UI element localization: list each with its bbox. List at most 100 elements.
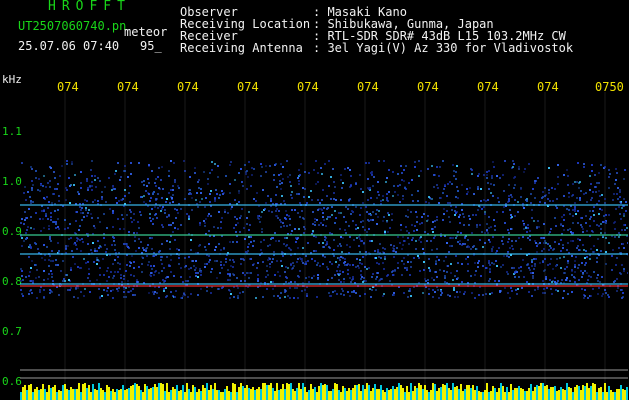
noise-speck [198,187,200,189]
noise-speck [315,236,317,238]
noise-speck [611,255,613,257]
noise-speck [232,259,234,261]
noise-speck [30,289,32,291]
noise-speck [178,249,180,251]
noise-speck [550,228,552,230]
noise-speck [578,249,580,251]
noise-speck [304,289,306,291]
noise-speck [421,216,423,218]
noise-speck [453,289,455,291]
level-bar-segment [232,383,234,400]
noise-speck [294,281,296,283]
noise-speck [127,291,129,293]
noise-speck [139,211,141,213]
noise-speck [151,268,153,270]
noise-speck [560,250,562,252]
noise-speck [486,171,488,173]
noise-speck [250,272,252,274]
noise-speck [340,281,342,283]
noise-speck [150,265,152,267]
noise-speck [203,171,205,173]
y-tick-0-9: 0.9 [2,225,22,238]
noise-speck [273,174,275,176]
noise-speck [382,195,384,197]
noise-speck [586,201,588,203]
noise-speck [165,287,167,289]
level-bar-segment [46,392,48,400]
noise-speck [28,208,30,210]
noise-speck [483,199,485,201]
noise-speck [271,261,273,263]
noise-speck [50,219,52,221]
noise-speck [77,266,79,268]
noise-speck [331,214,333,216]
noise-speck [162,279,164,281]
noise-speck [359,238,361,240]
noise-speck [303,232,305,234]
noise-speck [257,215,259,217]
noise-speck [523,171,525,173]
noise-speck [150,220,152,222]
noise-speck [476,224,478,226]
level-bar-segment [352,388,354,400]
noise-speck [31,260,33,262]
noise-speck [146,247,148,249]
level-bar-segment [578,386,580,400]
noise-speck [120,277,122,279]
noise-speck [510,287,512,289]
noise-speck [66,189,68,191]
signal-level-bar [20,383,628,400]
noise-speck [358,236,360,238]
noise-speck [350,213,352,215]
noise-speck [234,179,236,181]
noise-speck [246,272,248,274]
noise-speck [68,177,70,179]
noise-speck [111,244,113,246]
noise-speck [602,221,604,223]
noise-speck [37,189,39,191]
noise-speck [578,264,580,266]
noise-speck [27,191,29,193]
noise-speck [130,262,132,264]
noise-speck [465,258,467,260]
noise-speck [388,214,390,216]
noise-speck [351,291,353,293]
noise-speck [51,273,53,275]
noise-speck [99,274,101,276]
noise-speck [582,228,584,230]
noise-speck [427,168,429,170]
noise-speck [489,278,491,280]
noise-speck [164,280,166,282]
noise-speck [457,262,459,264]
noise-speck [114,249,116,251]
noise-speck [47,218,49,220]
noise-speck [161,166,163,168]
noise-speck [362,256,364,258]
noise-speck [617,287,619,289]
noise-speck [574,210,576,212]
noise-speck [478,294,480,296]
noise-speck [530,272,532,274]
noise-speck [502,174,504,176]
level-bar-segment [396,387,398,400]
noise-speck [297,237,299,239]
level-bar-segment [102,390,104,400]
noise-speck [365,280,367,282]
noise-speck [496,250,498,252]
noise-speck [547,198,549,200]
noise-speck [215,189,217,191]
level-bar-segment [426,390,428,400]
level-bar-segment [144,384,146,400]
noise-speck [477,266,479,268]
noise-speck [427,215,429,217]
noise-speck [184,198,186,200]
level-bar-segment [592,383,594,400]
noise-speck [404,267,406,269]
noise-speck [596,249,598,251]
noise-speck [277,217,279,219]
level-bar-segment [258,387,260,400]
noise-speck [107,267,109,269]
level-bar-segment [136,384,138,400]
noise-speck [50,240,52,242]
noise-speck [166,256,168,258]
